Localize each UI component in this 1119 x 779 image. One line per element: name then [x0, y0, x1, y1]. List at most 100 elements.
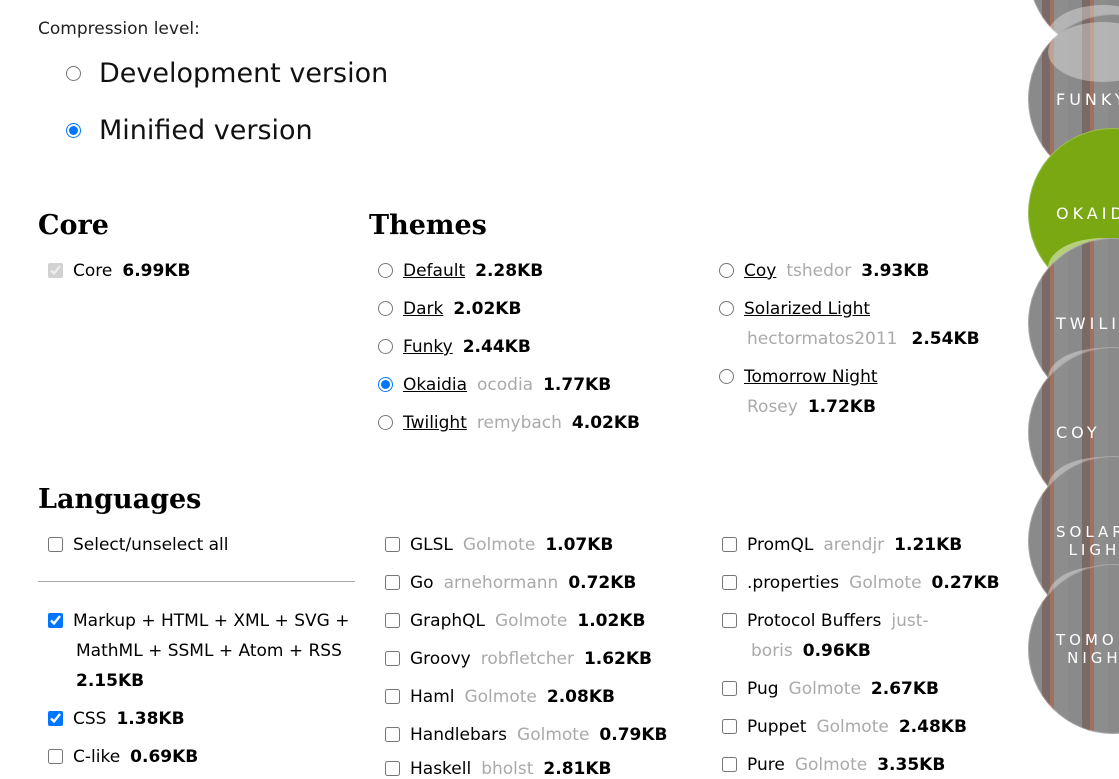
- language-checkbox[interactable]: [385, 613, 400, 628]
- theme-name-link[interactable]: Twilight: [403, 413, 467, 433]
- language-author: Golmote: [462, 535, 536, 555]
- theme-author: Rosey: [747, 397, 798, 417]
- development-version-option[interactable]: Development version: [66, 57, 389, 89]
- theme-size: 2.02KB: [453, 299, 522, 319]
- themes-heading: Themes: [369, 210, 487, 241]
- language-item-puppet[interactable]: Puppet Golmote 2.48KB: [722, 717, 967, 737]
- theme-name-link[interactable]: Default: [403, 261, 465, 281]
- language-item-glsl[interactable]: GLSL Golmote 1.07KB: [385, 535, 613, 555]
- theme-author: hectormatos2011: [747, 329, 898, 349]
- language-item-handlebars[interactable]: Handlebars Golmote 0.79KB: [385, 725, 667, 745]
- language-checkbox[interactable]: [48, 749, 63, 764]
- language-item-properties[interactable]: .properties Golmote 0.27KB: [722, 573, 1000, 593]
- language-checkbox[interactable]: [385, 537, 400, 552]
- theme-item-dark[interactable]: Dark 2.02KB: [378, 299, 521, 319]
- theme-item-coy[interactable]: Coy tshedor 3.93KB: [719, 261, 929, 281]
- development-version-label: Development version: [99, 57, 389, 89]
- theme-preview-label: COY: [1056, 422, 1101, 442]
- language-checkbox[interactable]: [48, 711, 63, 726]
- core-heading: Core: [38, 210, 109, 241]
- language-item-haskell[interactable]: Haskell bholst 2.81KB: [385, 759, 612, 779]
- language-checkbox[interactable]: [385, 689, 400, 704]
- language-item-protocol-buffers[interactable]: Protocol Buffers just-: [722, 611, 929, 631]
- language-checkbox[interactable]: [722, 757, 737, 772]
- theme-name-link[interactable]: Dark: [403, 299, 443, 319]
- theme-preview-label: TOMORROW NIGHT: [1056, 631, 1119, 667]
- language-author: Golmote: [464, 687, 537, 707]
- theme-preview-tomorrow-night[interactable]: TOMORROW NIGHT: [1028, 564, 1119, 734]
- language-name: Go: [410, 573, 434, 593]
- language-name: Protocol Buffers: [747, 611, 882, 631]
- language-checkbox[interactable]: [722, 681, 737, 696]
- theme-size: 2.44KB: [462, 337, 531, 357]
- theme-name-link[interactable]: Tomorrow Night: [744, 367, 878, 387]
- language-item-markup[interactable]: Markup + HTML + XML + SVG +: [48, 611, 349, 631]
- theme-author: tshedor: [786, 261, 852, 281]
- theme-name-link[interactable]: Funky: [403, 337, 453, 357]
- language-item-promql[interactable]: PromQL arendjr 1.21KB: [722, 535, 962, 555]
- theme-item-twilight[interactable]: Twilight remybach 4.02KB: [378, 413, 640, 433]
- language-item-pug[interactable]: Pug Golmote 2.67KB: [722, 679, 939, 699]
- language-checkbox[interactable]: [722, 575, 737, 590]
- language-checkbox[interactable]: [385, 727, 400, 742]
- language-size: 1.38KB: [116, 709, 185, 729]
- language-size: 2.81KB: [543, 759, 612, 779]
- core-item: Core 6.99KB: [48, 261, 190, 281]
- theme-size: 3.93KB: [861, 261, 930, 281]
- language-name: Markup + HTML + XML + SVG +: [73, 611, 350, 631]
- theme-name-link[interactable]: Coy: [744, 261, 776, 281]
- language-item-protocol-buffers-cont: boris 0.96KB: [751, 641, 871, 661]
- theme-name-link[interactable]: Solarized Light: [744, 299, 870, 319]
- theme-radio[interactable]: [378, 301, 393, 316]
- theme-author: remybach: [476, 413, 562, 433]
- theme-item-default[interactable]: Default 2.28KB: [378, 261, 543, 281]
- language-size: 2.15KB: [76, 671, 145, 691]
- select-all-checkbox[interactable]: [48, 537, 63, 552]
- language-checkbox[interactable]: [48, 613, 63, 628]
- theme-radio[interactable]: [378, 339, 393, 354]
- language-checkbox[interactable]: [722, 719, 737, 734]
- language-item-graphql[interactable]: GraphQL Golmote 1.02KB: [385, 611, 645, 631]
- language-checkbox[interactable]: [722, 613, 737, 628]
- language-item-groovy[interactable]: Groovy robfletcher 1.62KB: [385, 649, 652, 669]
- minified-version-label: Minified version: [99, 114, 313, 146]
- theme-item-solarized-meta: hectormatos2011 2.54KB: [747, 329, 980, 349]
- language-item-css[interactable]: CSS 1.38KB: [48, 709, 185, 729]
- minified-version-option[interactable]: Minified version: [66, 114, 313, 146]
- language-item-haml[interactable]: Haml Golmote 2.08KB: [385, 687, 615, 707]
- language-size: 0.79KB: [599, 725, 668, 745]
- language-name: Puppet: [747, 717, 807, 737]
- minified-version-radio[interactable]: [66, 122, 81, 138]
- language-item-pure[interactable]: Pure Golmote 3.35KB: [722, 755, 945, 775]
- theme-name-link[interactable]: Okaidia: [403, 375, 467, 395]
- theme-item-solarized-light[interactable]: Solarized Light: [719, 299, 870, 319]
- theme-radio[interactable]: [378, 263, 393, 278]
- language-checkbox[interactable]: [722, 537, 737, 552]
- theme-radio[interactable]: [719, 263, 734, 278]
- language-size: 1.07KB: [545, 535, 614, 555]
- language-name: .properties: [747, 573, 840, 593]
- theme-item-okaidia[interactable]: Okaidia ocodia 1.77KB: [378, 375, 611, 395]
- language-name: Haskell: [410, 759, 472, 779]
- theme-radio[interactable]: [378, 415, 393, 430]
- language-item-markup-cont: MathML + SSML + Atom + RSS 2.15KB: [76, 636, 342, 696]
- language-author: boris: [751, 641, 793, 661]
- core-checkbox: [48, 263, 63, 278]
- language-checkbox[interactable]: [385, 651, 400, 666]
- language-item-go[interactable]: Go arnehormann 0.72KB: [385, 573, 636, 593]
- language-checkbox[interactable]: [385, 575, 400, 590]
- language-size: 1.21KB: [894, 535, 963, 555]
- theme-radio[interactable]: [719, 301, 734, 316]
- theme-radio[interactable]: [378, 377, 393, 392]
- theme-size: 1.77KB: [543, 375, 612, 395]
- select-all-item[interactable]: Select/unselect all: [48, 535, 229, 555]
- theme-radio[interactable]: [719, 369, 734, 384]
- theme-item-tomorrow-night[interactable]: Tomorrow Night: [719, 367, 878, 387]
- language-item-c-like[interactable]: C-like 0.69KB: [48, 747, 198, 767]
- development-version-radio[interactable]: [66, 65, 81, 81]
- language-name: GraphQL: [410, 611, 485, 631]
- theme-item-funky[interactable]: Funky 2.44KB: [378, 337, 531, 357]
- language-size: 2.67KB: [870, 679, 939, 699]
- language-size: 1.02KB: [577, 611, 646, 631]
- theme-preview-label: FUNKY: [1056, 89, 1119, 109]
